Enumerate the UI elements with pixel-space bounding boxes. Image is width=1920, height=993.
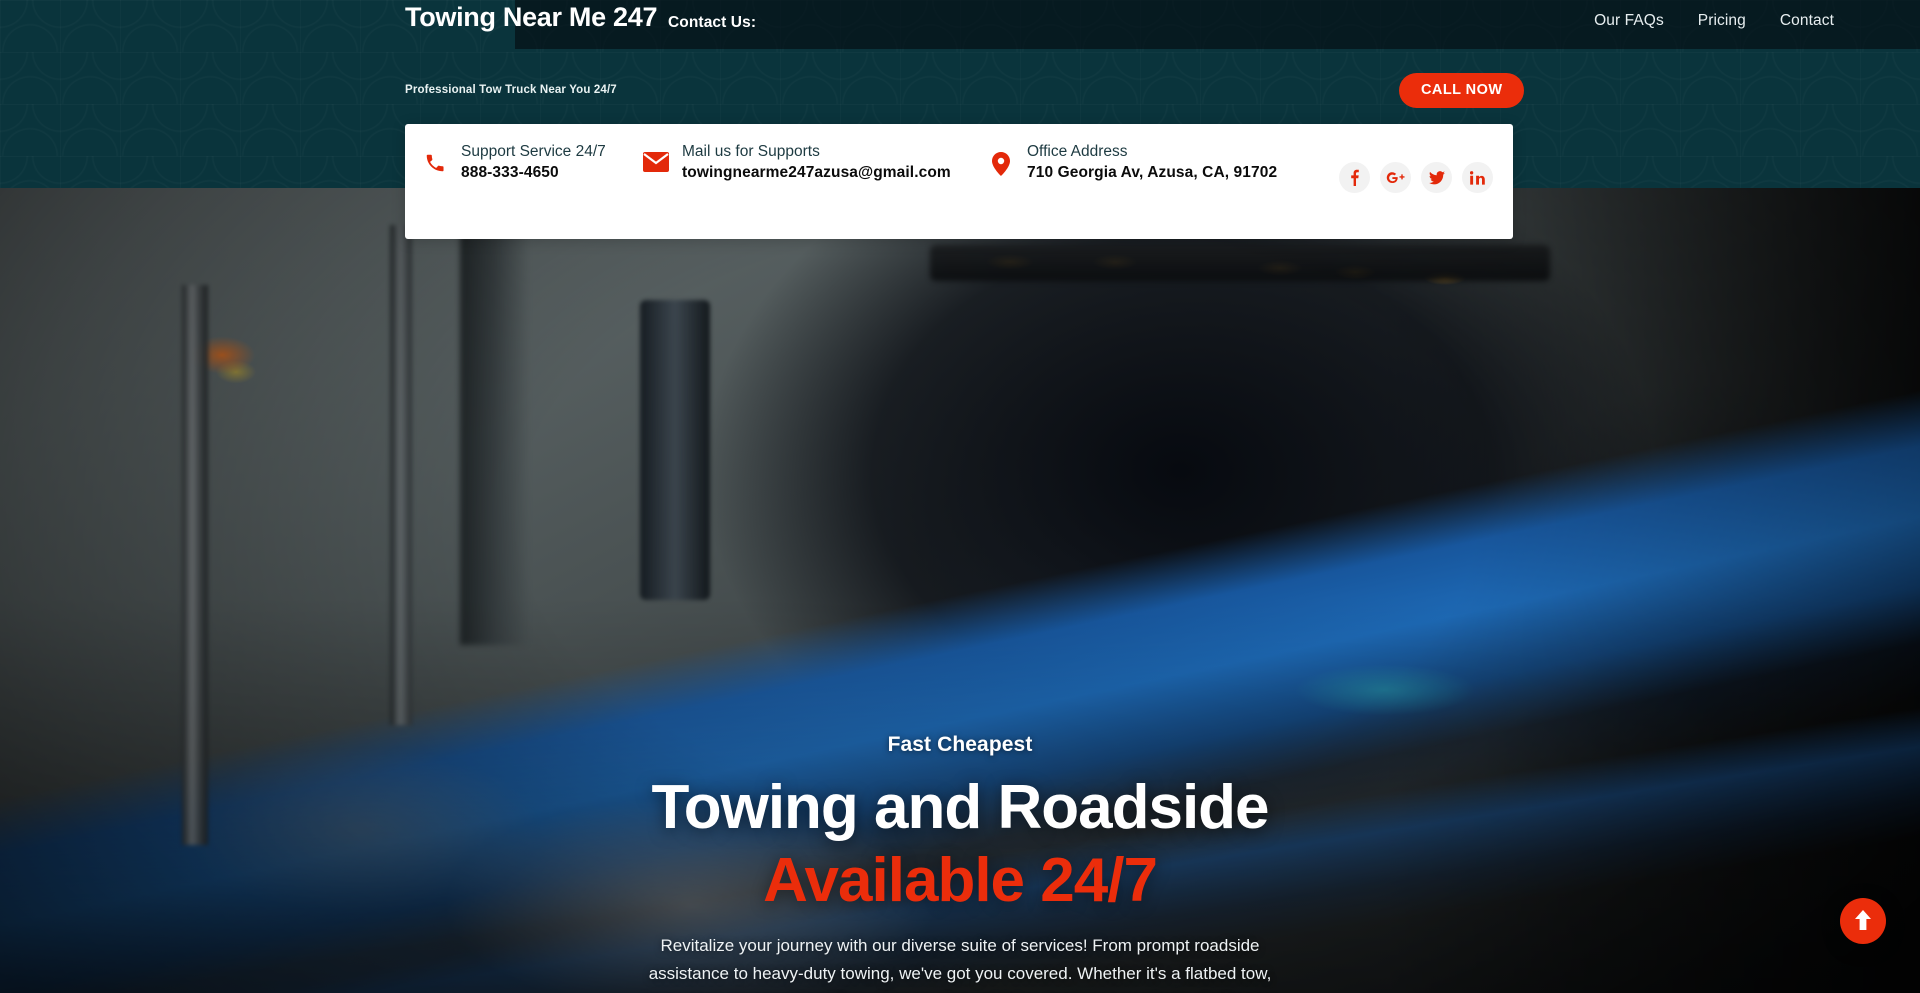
contact-value-phone: 888-333-4650 <box>461 163 559 181</box>
social-links <box>1339 162 1493 193</box>
hero-paragraph: Revitalize your journey with our diverse… <box>643 936 1276 993</box>
hero-heading-accent: Available 24/7 <box>763 846 1158 915</box>
primary-navigation: Our FAQs Pricing Contact <box>1594 12 1834 30</box>
facebook-icon[interactable] <box>1339 162 1370 193</box>
contact-label-phone: Support Service 24/7 <box>461 143 606 160</box>
contact-info-card: Support Service 24/7 888-333-4650 Mail u… <box>405 124 1513 239</box>
envelope-icon <box>643 142 669 184</box>
hero-eyebrow: Fast Cheapest <box>887 733 1033 756</box>
nav-item-pricing[interactable]: Pricing <box>1698 12 1746 30</box>
hero-heading: Towing and Roadside <box>651 773 1269 842</box>
twitter-icon[interactable] <box>1421 162 1452 193</box>
nav-item-our-faqs[interactable]: Our FAQs <box>1594 12 1664 30</box>
map-pin-icon <box>988 142 1014 184</box>
call-now-button[interactable]: CALL NOW <box>1399 73 1525 108</box>
brand-tagline: Professional Tow Truck Near You 24/7 <box>405 84 617 96</box>
google-plus-icon[interactable] <box>1380 162 1411 193</box>
arrow-up-icon <box>1854 909 1872 933</box>
linkedin-icon[interactable] <box>1462 162 1493 193</box>
contact-value-email: towingnearme247azusa@gmail.com <box>682 163 951 181</box>
contact-us-label: Contact Us: <box>668 14 757 31</box>
nav-item-contact[interactable]: Contact <box>1780 12 1834 30</box>
scroll-to-top-button[interactable] <box>1840 898 1886 944</box>
phone-icon <box>422 142 448 184</box>
contact-item-address[interactable]: Office Address 710 Georgia Av, Azusa, CA… <box>988 124 1278 184</box>
brand[interactable]: Towing Near Me 247 <box>405 2 705 32</box>
contact-item-email[interactable]: Mail us for Supports towingnearme247azus… <box>643 124 988 184</box>
contact-label-address: Office Address <box>1027 143 1128 160</box>
page-root: Towing Near Me 247 Professional Tow Truc… <box>0 0 1920 993</box>
contact-item-phone[interactable]: Support Service 24/7 888-333-4650 <box>405 124 643 184</box>
brand-title: Towing Near Me 247 <box>405 2 658 32</box>
contact-value-address: 710 Georgia Av, Azusa, CA, 91702 <box>1027 163 1278 181</box>
contact-label-email: Mail us for Supports <box>682 143 820 160</box>
